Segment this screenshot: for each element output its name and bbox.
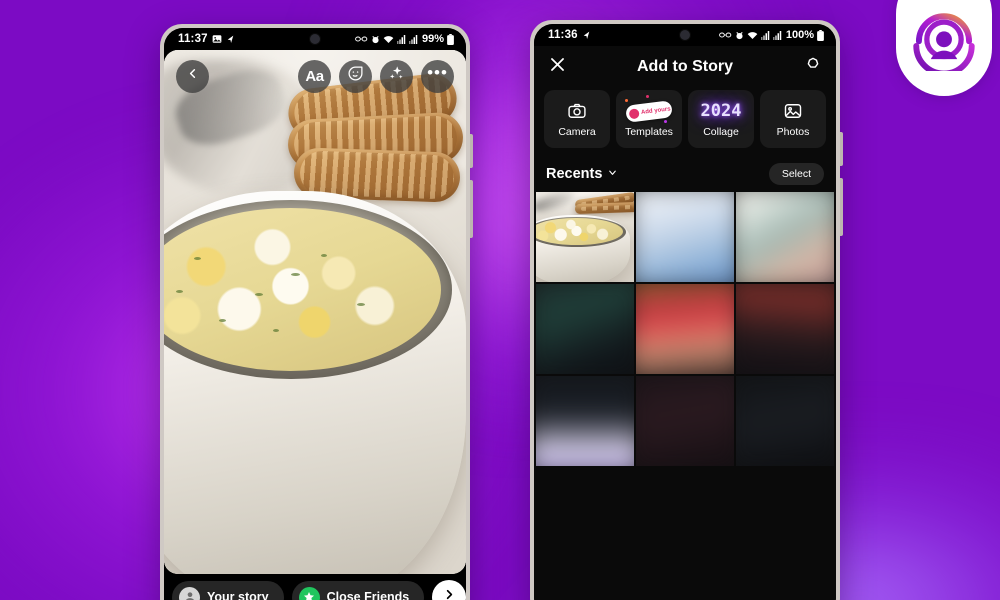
tab-photos-label: Photos xyxy=(776,126,810,138)
gallery-item[interactable] xyxy=(636,284,734,374)
blurred-thumbnail xyxy=(536,284,634,374)
story-toolbar: Aa ••• xyxy=(164,50,466,102)
potato-salad-photo xyxy=(164,50,466,574)
camera-punch-hole xyxy=(679,29,691,41)
recents-label: Recents xyxy=(546,166,603,182)
vpn-glasses-icon xyxy=(718,31,732,39)
alarm-icon xyxy=(371,35,380,44)
phone-left-screen: 11:37 99% Aa ••• Your story Close Friend… xyxy=(164,28,466,600)
blurred-thumbnail xyxy=(736,284,834,374)
location-icon xyxy=(582,30,591,40)
status-time: 11:36 xyxy=(548,29,578,41)
add-yours-sticker-icon: Add yours xyxy=(625,99,673,123)
battery-icon xyxy=(447,33,454,45)
story-bottom-bar: Your story Close Friends xyxy=(164,574,466,600)
gallery-item[interactable] xyxy=(636,376,734,466)
your-story-label: Your story xyxy=(207,590,269,600)
phone-right-device: 11:36 100% Add to Story Camera Add yours… xyxy=(530,20,843,600)
tab-camera-label: Camera xyxy=(558,126,596,138)
settings-button[interactable] xyxy=(804,56,822,79)
circular-rings-logo-icon xyxy=(913,13,975,71)
tab-collage-label: Collage xyxy=(703,126,739,138)
signal-icon xyxy=(396,34,406,44)
close-friends-label: Close Friends xyxy=(326,590,410,600)
gallery-item[interactable] xyxy=(736,192,834,282)
text-tool-button[interactable]: Aa xyxy=(298,59,331,93)
recents-row: Recents Select xyxy=(534,156,836,192)
close-friends-button[interactable]: Close Friends xyxy=(291,580,425,600)
gallery-item[interactable] xyxy=(636,192,734,282)
chevron-right-icon xyxy=(442,587,457,600)
gallery-item[interactable] xyxy=(536,284,634,374)
wifi-icon xyxy=(383,35,394,44)
signal-icon xyxy=(760,30,770,40)
alarm-icon xyxy=(735,31,744,40)
camera-punch-hole xyxy=(309,33,321,45)
story-photo-canvas[interactable]: Aa ••• xyxy=(164,50,466,574)
gallery-icon xyxy=(212,34,222,44)
add-to-story-tabs: Camera Add yours Templates 2024 Collage … xyxy=(534,88,836,156)
tab-photos[interactable]: Photos xyxy=(760,90,826,148)
battery-percent: 99% xyxy=(421,33,444,45)
sparkles-icon xyxy=(388,65,405,87)
tab-collage[interactable]: 2024 Collage xyxy=(688,90,754,148)
add-to-story-header: Add to Story xyxy=(534,46,836,88)
sticker-smiley-icon xyxy=(347,65,364,87)
chevron-left-icon xyxy=(185,66,200,86)
collage-year-badge: 2024 xyxy=(700,101,742,121)
photo-image-icon xyxy=(783,100,803,122)
gallery-item[interactable] xyxy=(736,284,834,374)
potato-salad-thumbnail xyxy=(536,192,634,282)
signal2-icon xyxy=(772,30,782,40)
brand-badge xyxy=(896,0,992,96)
phone-left-device: 11:37 99% Aa ••• Your story Close Friend… xyxy=(160,24,473,600)
text-tool-label: Aa xyxy=(305,67,324,85)
photo-gallery-grid xyxy=(534,192,836,600)
2024-neon-icon: 2024 xyxy=(701,100,742,122)
blurred-thumbnail xyxy=(636,376,734,466)
close-button[interactable] xyxy=(548,55,567,79)
gallery-item[interactable] xyxy=(736,376,834,466)
battery-percent: 100% xyxy=(785,29,814,41)
chevron-down-icon xyxy=(607,166,618,182)
next-button[interactable] xyxy=(432,580,466,600)
back-button[interactable] xyxy=(176,59,209,93)
more-button[interactable]: ••• xyxy=(421,59,454,93)
more-dots-icon: ••• xyxy=(427,63,448,82)
tab-camera[interactable]: Camera xyxy=(544,90,610,148)
your-story-button[interactable]: Your story xyxy=(172,580,284,600)
close-x-icon xyxy=(548,55,567,79)
tab-templates[interactable]: Add yours Templates xyxy=(616,90,682,148)
battery-icon xyxy=(817,29,824,41)
gallery-item-selected[interactable] xyxy=(536,192,634,282)
phone-right-screen: 11:36 100% Add to Story Camera Add yours… xyxy=(534,24,836,600)
vpn-glasses-icon xyxy=(355,35,368,43)
camera-icon xyxy=(567,100,587,122)
select-button[interactable]: Select xyxy=(768,163,824,185)
page-title: Add to Story xyxy=(637,58,733,75)
wifi-icon xyxy=(747,31,758,40)
screenshot-stage: 11:37 99% Aa ••• Your story Close Friend… xyxy=(0,0,1000,600)
add-to-story-screen: Add to Story Camera Add yours Templates … xyxy=(534,46,836,600)
recents-dropdown[interactable]: Recents xyxy=(546,166,618,182)
blurred-thumbnail xyxy=(736,192,834,282)
location-icon xyxy=(226,34,235,44)
blurred-thumbnail xyxy=(636,192,734,282)
tab-templates-label: Templates xyxy=(625,126,673,138)
status-time: 11:37 xyxy=(178,33,208,45)
avatar-icon xyxy=(179,586,200,600)
blurred-thumbnail xyxy=(536,376,634,466)
blurred-thumbnail xyxy=(736,376,834,466)
blurred-thumbnail xyxy=(636,284,734,374)
gallery-item[interactable] xyxy=(536,376,634,466)
sticker-button[interactable] xyxy=(339,59,372,93)
green-star-icon xyxy=(298,586,320,600)
gear-outline-icon xyxy=(804,56,822,79)
signal2-icon xyxy=(408,34,418,44)
effects-button[interactable] xyxy=(380,59,413,93)
